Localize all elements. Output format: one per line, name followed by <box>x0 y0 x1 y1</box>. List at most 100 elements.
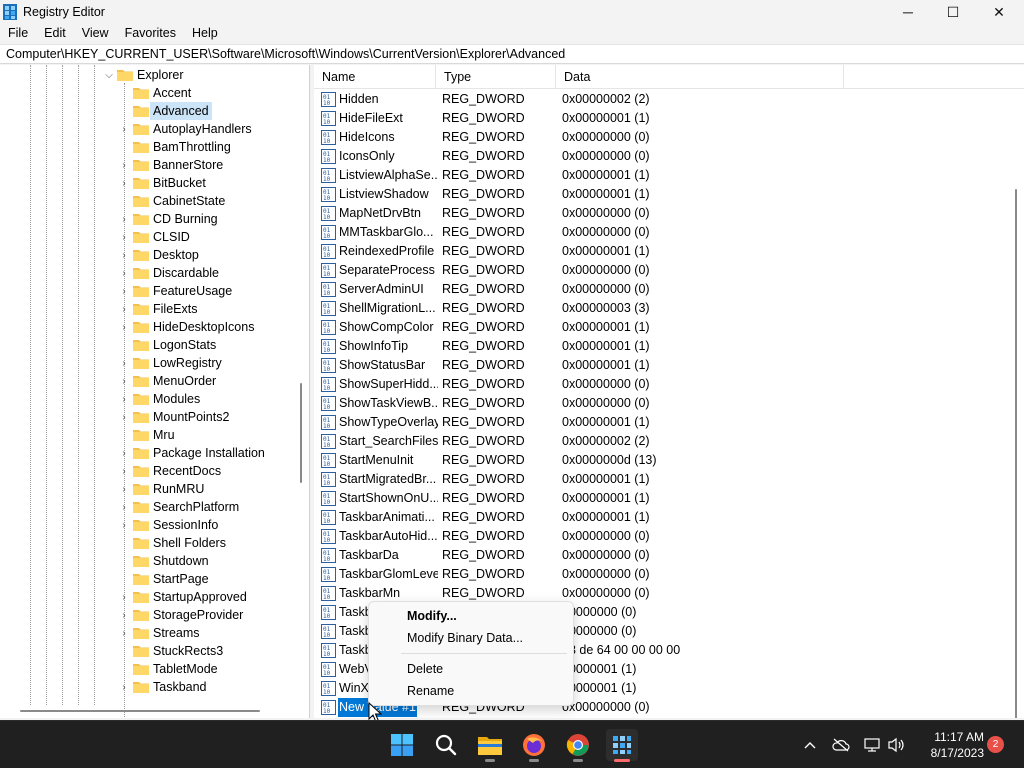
menu-view[interactable]: View <box>74 24 117 44</box>
scroll-thumb[interactable] <box>20 710 260 712</box>
notification-badge[interactable]: 2 <box>987 736 1004 753</box>
tree-item[interactable]: Accent <box>0 84 296 102</box>
taskbar-firefox[interactable] <box>518 729 550 762</box>
chevron-right-icon[interactable]: › <box>119 354 129 372</box>
chevron-right-icon[interactable]: › <box>119 678 129 696</box>
value-row[interactable]: 01 10 ListviewShadow REG_DWORD 0x00000001 (1… <box>314 185 1014 204</box>
tree-item[interactable]: › CLSID <box>0 228 296 246</box>
tree-item[interactable]: › CD Burning <box>0 210 296 228</box>
tree-item[interactable]: Mru <box>0 426 296 444</box>
value-row[interactable]: 01 10 ShellMigrationL... REG_DWORD 0x0000000… <box>314 299 1014 318</box>
tree-item[interactable]: StartPage <box>0 570 296 588</box>
scroll-thumb[interactable] <box>300 383 302 483</box>
chevron-right-icon[interactable]: › <box>119 300 129 318</box>
tree-item[interactable]: StuckRects3 <box>0 642 296 660</box>
tree-item[interactable]: Advanced <box>0 102 296 120</box>
taskbar-file-explorer[interactable] <box>474 729 506 762</box>
tree-item[interactable]: › Taskband <box>0 678 296 696</box>
tree-item[interactable]: Shutdown <box>0 552 296 570</box>
tree-item[interactable]: › LowRegistry <box>0 354 296 372</box>
value-row[interactable]: 01 10 ShowInfoTip REG_DWORD 0x00000001 (1) <box>314 337 1014 356</box>
chevron-right-icon[interactable]: › <box>119 174 129 192</box>
column-header-type[interactable]: Type <box>436 65 556 89</box>
tray-volume[interactable] <box>885 721 907 768</box>
chevron-right-icon[interactable]: › <box>119 282 129 300</box>
value-row[interactable]: 01 10 HideFileExt REG_DWORD 0x00000001 (1) <box>314 109 1014 128</box>
tree-item[interactable]: › HideDesktopIcons <box>0 318 296 336</box>
menu-help[interactable]: Help <box>184 24 226 44</box>
chevron-right-icon[interactable]: › <box>119 264 129 282</box>
chevron-right-icon[interactable]: › <box>119 228 129 246</box>
tree-item[interactable]: LogonStats <box>0 336 296 354</box>
tree-horizontal-scrollbar[interactable] <box>0 705 296 717</box>
value-row[interactable]: 01 10 TaskbarGlomLevel REG_DWORD 0x00000000 … <box>314 565 1014 584</box>
value-row[interactable]: 01 10 ShowCompColor REG_DWORD 0x00000001 (1) <box>314 318 1014 337</box>
tree-item[interactable]: › StartupApproved <box>0 588 296 606</box>
context-menu-delete[interactable]: Delete <box>369 658 575 680</box>
chevron-right-icon[interactable]: › <box>119 498 129 516</box>
column-header-data[interactable]: Data <box>556 65 844 89</box>
tree-vertical-scrollbar[interactable] <box>296 67 306 703</box>
scroll-thumb[interactable] <box>1015 189 1017 718</box>
value-row[interactable]: 01 10 StartMenuInit REG_DWORD 0x0000000d (13… <box>314 451 1014 470</box>
close-button[interactable]: ✕ <box>976 0 1022 24</box>
value-row[interactable]: 01 10 TaskbarDa REG_DWORD 0x00000000 (0) <box>314 546 1014 565</box>
address-bar[interactable]: Computer\HKEY_CURRENT_USER\Software\Micr… <box>0 44 1024 64</box>
tray-network[interactable] <box>861 721 883 768</box>
chevron-down-icon[interactable]: ⌵ <box>104 66 114 84</box>
tree-item[interactable]: › RunMRU <box>0 480 296 498</box>
tree-item[interactable]: Shell Folders <box>0 534 296 552</box>
column-header-name[interactable]: Name <box>314 65 436 89</box>
taskbar-registry-editor[interactable] <box>606 729 638 762</box>
tree-item[interactable]: › Modules <box>0 390 296 408</box>
menu-file[interactable]: File <box>0 24 36 44</box>
chevron-right-icon[interactable]: › <box>119 156 129 174</box>
chevron-right-icon[interactable]: › <box>119 624 129 642</box>
tree-item[interactable]: › AutoplayHandlers <box>0 120 296 138</box>
value-row[interactable]: 01 10 Hidden REG_DWORD 0x00000002 (2) <box>314 90 1014 109</box>
value-row[interactable]: 01 10 ShowTypeOverlay REG_DWORD 0x00000001 (… <box>314 413 1014 432</box>
tree-item[interactable]: › Desktop <box>0 246 296 264</box>
chevron-right-icon[interactable]: › <box>119 120 129 138</box>
tree-item[interactable]: TabletMode <box>0 660 296 678</box>
minimize-button[interactable]: ─ <box>885 0 931 24</box>
value-row[interactable]: 01 10 StartMigratedBr... REG_DWORD 0x0000000… <box>314 470 1014 489</box>
value-row[interactable]: 01 10 ReindexedProfile REG_DWORD 0x00000001 … <box>314 242 1014 261</box>
chevron-right-icon[interactable]: › <box>119 444 129 462</box>
tree-item[interactable]: › BitBucket <box>0 174 296 192</box>
tree-item[interactable]: BamThrottling <box>0 138 296 156</box>
tree-item[interactable]: › StorageProvider <box>0 606 296 624</box>
value-row[interactable]: 01 10 ShowStatusBar REG_DWORD 0x00000001 (1) <box>314 356 1014 375</box>
chevron-right-icon[interactable]: › <box>119 372 129 390</box>
tree-item[interactable]: › MountPoints2 <box>0 408 296 426</box>
tree-item[interactable]: › FeatureUsage <box>0 282 296 300</box>
value-row[interactable]: 01 10 MapNetDrvBtn REG_DWORD 0x00000000 (0) <box>314 204 1014 223</box>
tree-item-explorer[interactable]: ⌵ Explorer <box>0 66 296 84</box>
context-menu-modify[interactable]: Modify... <box>369 605 575 627</box>
value-row[interactable]: 01 10 HideIcons REG_DWORD 0x00000000 (0) <box>314 128 1014 147</box>
value-row[interactable]: 01 10 ServerAdminUI REG_DWORD 0x00000000 (0) <box>314 280 1014 299</box>
chevron-right-icon[interactable]: › <box>119 246 129 264</box>
menu-favorites[interactable]: Favorites <box>117 24 184 44</box>
value-row[interactable]: 01 10 TaskbarAnimati... REG_DWORD 0x00000001… <box>314 508 1014 527</box>
tree-item[interactable]: › Streams <box>0 624 296 642</box>
value-row[interactable]: 01 10 Start_SearchFiles REG_DWORD 0x00000002… <box>314 432 1014 451</box>
chevron-right-icon[interactable]: › <box>119 210 129 228</box>
tree-item[interactable]: › BannerStore <box>0 156 296 174</box>
windows-start-button[interactable] <box>386 729 418 761</box>
context-menu-rename[interactable]: Rename <box>369 680 575 702</box>
chevron-right-icon[interactable]: › <box>119 318 129 336</box>
list-vertical-scrollbar[interactable] <box>1010 89 1022 718</box>
taskbar-search-button[interactable] <box>430 729 462 761</box>
tree-item[interactable]: › RecentDocs <box>0 462 296 480</box>
taskbar-chrome[interactable] <box>562 729 594 762</box>
key-tree-pane[interactable]: ⌵ Explorer Accent Advanced › AutoplayHandle… <box>0 65 310 718</box>
value-row[interactable]: 01 10 ShowTaskViewB... REG_DWORD 0x00000000 … <box>314 394 1014 413</box>
chevron-right-icon[interactable]: › <box>119 516 129 534</box>
tree-item[interactable]: › FileExts <box>0 300 296 318</box>
value-row[interactable]: 01 10 TaskbarAutoHid... REG_DWORD 0x00000000… <box>314 527 1014 546</box>
context-menu-modify-binary[interactable]: Modify Binary Data... <box>369 627 575 649</box>
menu-edit[interactable]: Edit <box>36 24 74 44</box>
tray-network-disabled[interactable] <box>830 721 852 768</box>
chevron-right-icon[interactable]: › <box>119 408 129 426</box>
